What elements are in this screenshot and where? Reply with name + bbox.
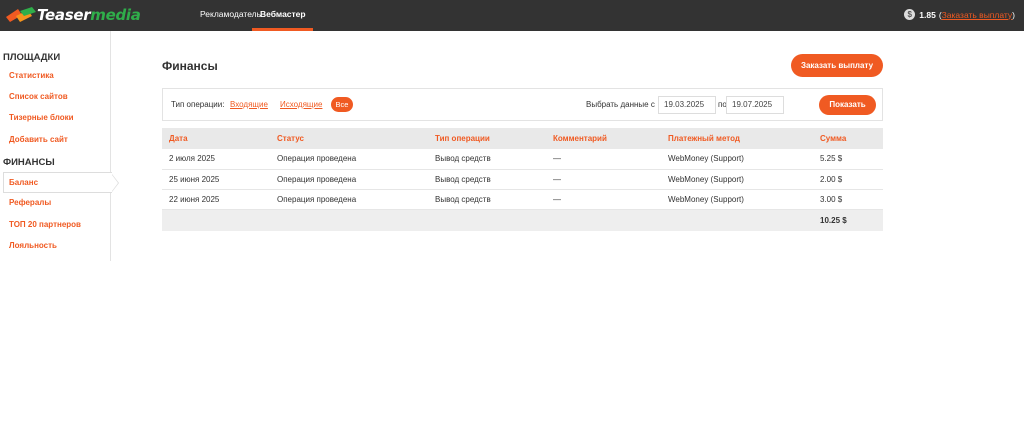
show-button[interactable]: Показать (819, 95, 876, 115)
cell-status: Операция проведена (270, 149, 428, 170)
cell-status: Операция проведена (270, 169, 428, 190)
table-total-row: 10.25 $ (162, 209, 883, 231)
total-spacer (270, 209, 428, 231)
sidebar-item-teaser-blocks[interactable]: Тизерные блоки (9, 113, 74, 122)
paren-close: ) (1012, 9, 1015, 20)
cell-comment: — (546, 169, 661, 190)
cell-amount: 2.00 $ (813, 169, 883, 190)
page-title: Финансы (162, 59, 218, 73)
cell-status: Операция проведена (270, 189, 428, 210)
col-status[interactable]: Статус (270, 128, 428, 149)
operation-type-label: Тип операции: (171, 100, 225, 109)
sidebar-heading-finance: ФИНАНСЫ (3, 157, 55, 168)
sidebar-item-top20[interactable]: ТОП 20 партнеров (9, 220, 81, 229)
filter-all[interactable]: Все (331, 97, 353, 112)
filter-incoming[interactable]: Входящие (230, 100, 268, 109)
cell-comment: — (546, 189, 661, 210)
date-range-label: Выбрать данные с (586, 100, 655, 109)
col-payment-method[interactable]: Платежный метод (661, 128, 813, 149)
cell-comment: — (546, 149, 661, 170)
balance-value: 1.85 (919, 9, 936, 20)
sidebar-item-add-site[interactable]: Добавить сайт (9, 135, 68, 144)
coin-icon: $ (904, 9, 916, 20)
filter-bar: Тип операции: Входящие Исходящие Все Выб… (162, 88, 883, 121)
logo-text: Teasermedia (37, 6, 141, 24)
sidebar-item-statistics[interactable]: Статистика (9, 71, 54, 80)
col-comment[interactable]: Комментарий (546, 128, 661, 149)
filter-outgoing[interactable]: Исходящие (280, 100, 322, 109)
date-from-input[interactable]: 19.03.2025 (658, 96, 716, 114)
nav-webmaster[interactable]: Вебмастер (252, 0, 313, 31)
total-spacer (661, 209, 813, 231)
logo-icon (6, 7, 36, 22)
total-amount: 10.25 $ (813, 209, 883, 231)
finance-table: Дата Статус Тип операции Комментарий Пла… (162, 128, 883, 231)
col-amount[interactable]: Сумма (813, 128, 883, 149)
cell-operation-type: Вывод средств (428, 149, 546, 170)
sidebar-item-loyalty[interactable]: Лояльность (9, 241, 57, 250)
table-row: 22 июня 2025 Операция проведена Вывод ср… (162, 189, 883, 210)
cell-operation-type: Вывод средств (428, 169, 546, 190)
order-payout-button[interactable]: Заказать выплату (791, 54, 883, 77)
order-payout-link[interactable]: Заказать выплату (942, 10, 1013, 20)
table-row: 25 июня 2025 Операция проведена Вывод ср… (162, 169, 883, 190)
cell-amount: 5.25 $ (813, 149, 883, 170)
cell-date: 2 июля 2025 (162, 149, 270, 170)
balance: $ 1.85 (Заказать выплату) (904, 9, 1015, 20)
col-operation-type[interactable]: Тип операции (428, 128, 546, 149)
sidebar-item-balance[interactable]: Баланс (3, 172, 119, 193)
cell-amount: 3.00 $ (813, 189, 883, 210)
date-to-input[interactable]: 19.07.2025 (726, 96, 784, 114)
logo[interactable]: Teasermedia (6, 4, 141, 26)
cell-date: 25 июня 2025 (162, 169, 270, 190)
table-header: Дата Статус Тип операции Комментарий Пла… (162, 128, 883, 149)
cell-payment-method: WebMoney (Support) (661, 149, 813, 170)
table-row: 2 июля 2025 Операция проведена Вывод сре… (162, 149, 883, 170)
sidebar-item-sites[interactable]: Список сайтов (9, 92, 68, 101)
col-date[interactable]: Дата (162, 128, 270, 149)
cell-payment-method: WebMoney (Support) (661, 189, 813, 210)
cell-operation-type: Вывод средств (428, 189, 546, 210)
sidebar-item-referrals[interactable]: Рефералы (9, 198, 51, 207)
total-spacer (546, 209, 661, 231)
cell-date: 22 июня 2025 (162, 189, 270, 210)
total-spacer (428, 209, 546, 231)
total-spacer (162, 209, 270, 231)
sidebar-heading-platforms: ПЛОЩАДКИ (3, 52, 61, 63)
top-bar: Teasermedia Рекламодатель Вебмастер $ 1.… (0, 0, 1024, 31)
sidebar-item-label: Баланс (9, 178, 39, 187)
cell-payment-method: WebMoney (Support) (661, 169, 813, 190)
active-arrow-fill (112, 175, 118, 191)
sidebar: ПЛОЩАДКИ Статистика Список сайтов Тизерн… (0, 31, 119, 261)
